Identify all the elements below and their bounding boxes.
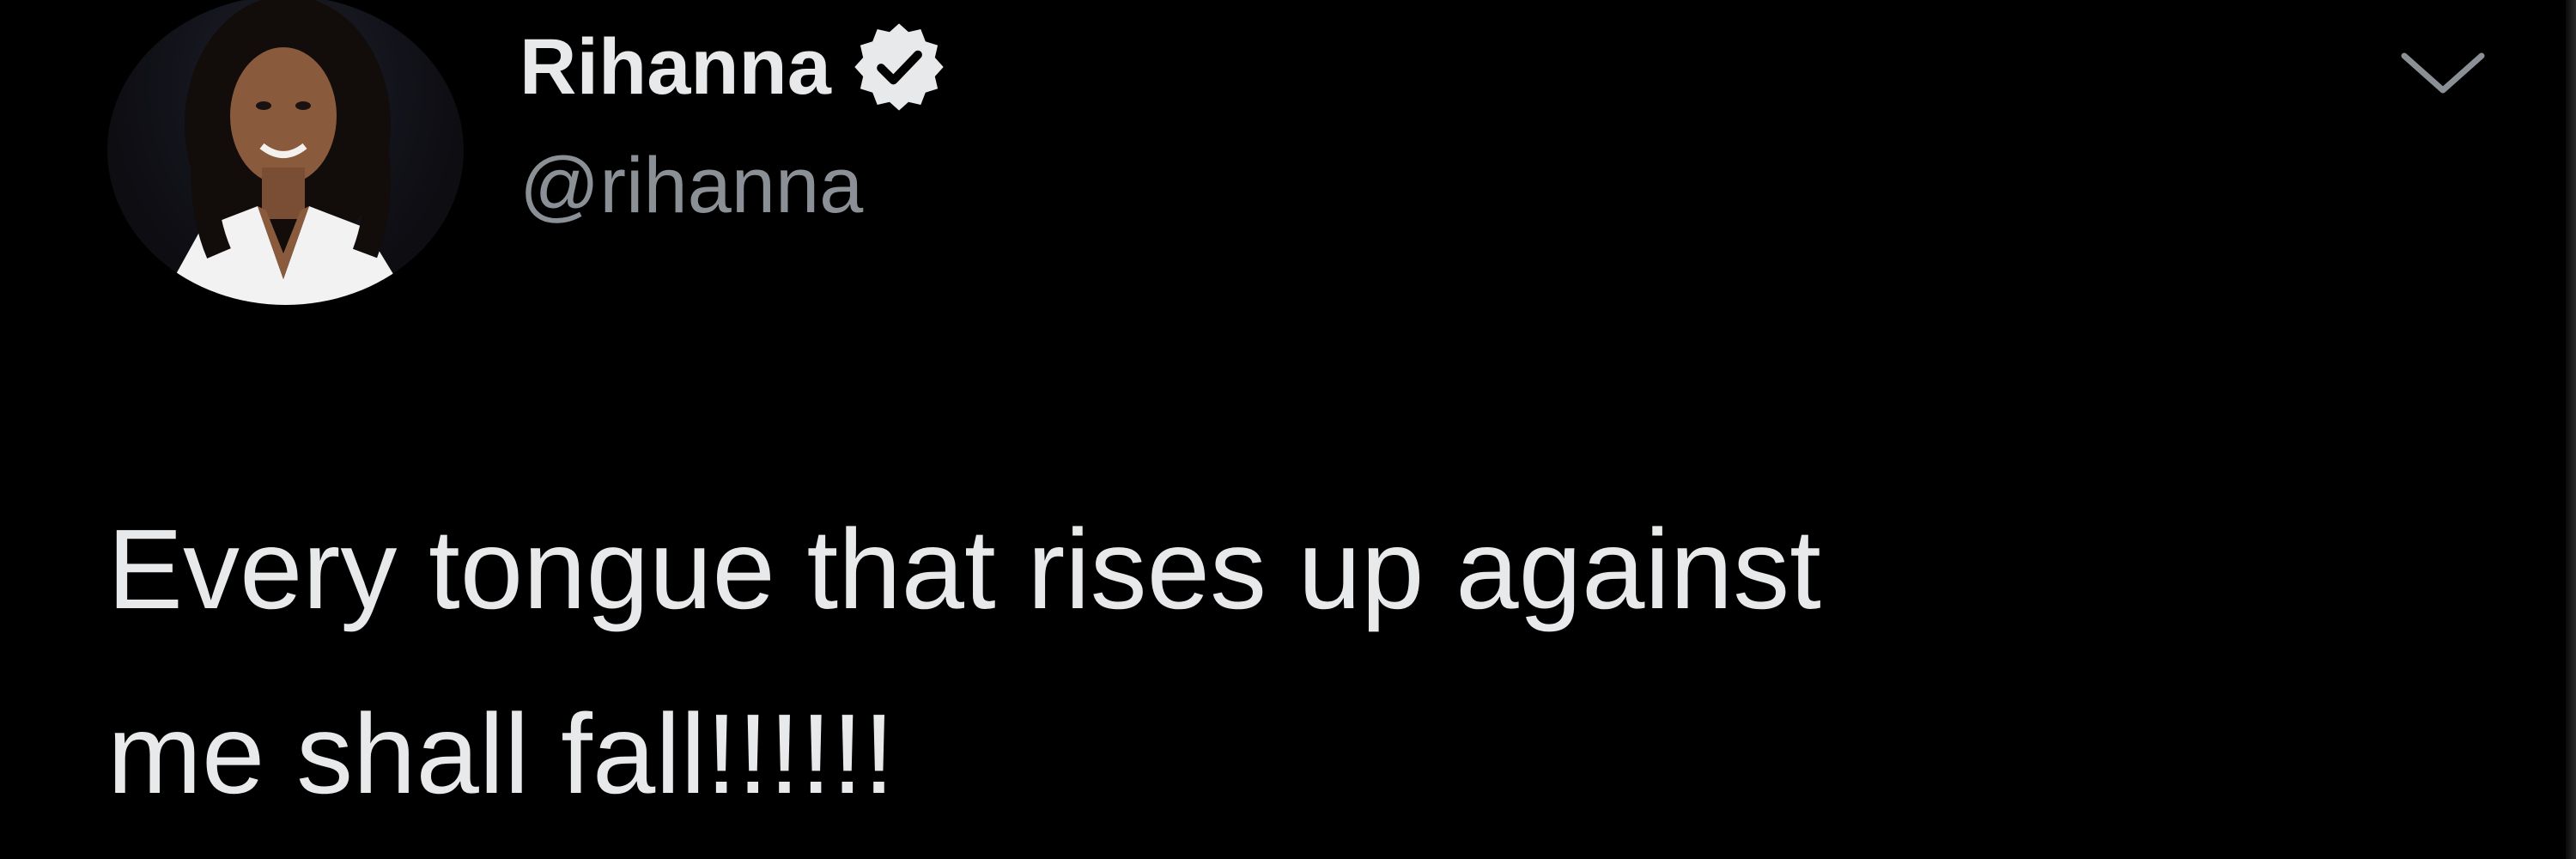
avatar[interactable] bbox=[107, 0, 464, 305]
tweet-card: Rihanna @rihanna Every tongue that rises… bbox=[0, 0, 2576, 859]
author-name-row[interactable]: Rihanna bbox=[519, 15, 946, 119]
user-handle[interactable]: @rihanna bbox=[519, 146, 863, 225]
avatar-photo bbox=[159, 0, 412, 305]
display-name[interactable]: Rihanna bbox=[519, 27, 831, 107]
tweet-text: Every tongue that rises up against me sh… bbox=[107, 506, 1821, 817]
chevron-down-icon[interactable] bbox=[2396, 39, 2490, 107]
verified-badge-icon bbox=[852, 20, 946, 114]
screen-edge bbox=[2566, 0, 2576, 859]
